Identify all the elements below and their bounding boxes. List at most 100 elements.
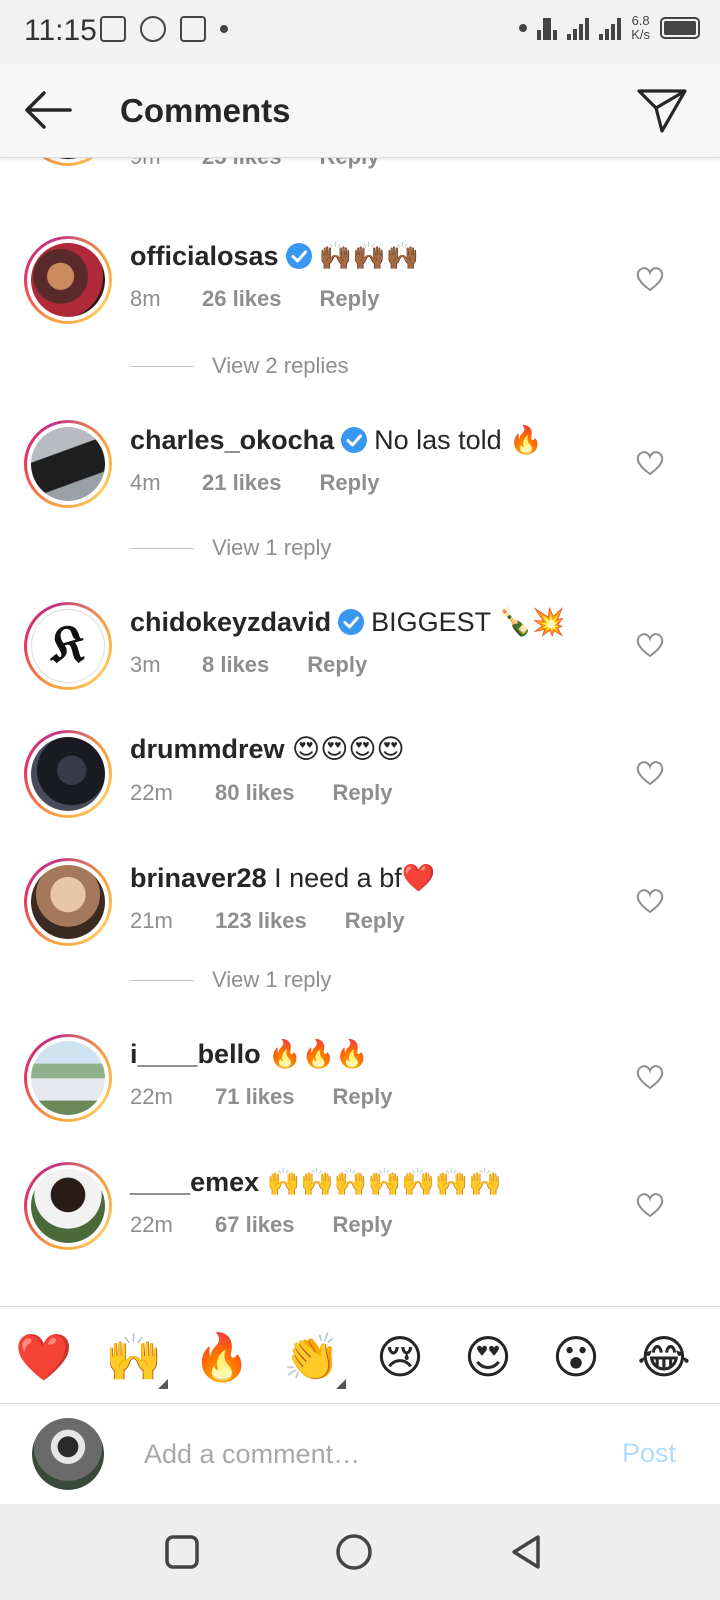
heart-outline-icon	[636, 633, 664, 658]
clapping-hands-emoji: 👏	[283, 1331, 341, 1383]
comment-time: 3m	[130, 652, 161, 677]
reaction-heart-eyes-button[interactable]: 😍	[458, 1329, 518, 1385]
comment-likes[interactable]: 80 likes	[215, 780, 295, 806]
share-button[interactable]	[634, 84, 690, 136]
comment-time: 22m	[130, 780, 173, 805]
avatar[interactable]	[24, 158, 112, 166]
home-button[interactable]	[334, 1532, 374, 1572]
comment-likes[interactable]: 8 likes	[202, 652, 269, 678]
comment-username[interactable]: brinaver28	[130, 863, 267, 893]
vibrate-icon	[537, 16, 558, 40]
avatar[interactable]: 𝔎	[24, 602, 112, 690]
reaction-surprised-button[interactable]: 😮	[546, 1329, 606, 1385]
recent-apps-button[interactable]	[162, 1532, 202, 1572]
reaction-laughing-button[interactable]: 😂	[634, 1329, 694, 1385]
comment-body: BIGGEST 🍾💥	[371, 607, 566, 637]
reply-button[interactable]: Reply	[333, 1212, 393, 1238]
avatar[interactable]	[24, 1034, 112, 1122]
circle-icon	[336, 1534, 372, 1570]
like-comment-button[interactable]	[636, 888, 664, 914]
divider-line	[130, 979, 194, 981]
avatar[interactable]	[24, 730, 112, 818]
comment-meta: 22m 80 likes Reply	[130, 780, 392, 806]
heart-outline-icon	[636, 1065, 664, 1090]
comment-likes[interactable]: 123 likes	[215, 908, 307, 934]
comment-username[interactable]: drummdrew	[130, 734, 285, 764]
comment-text-line: ____emex 🙌🙌🙌🙌🙌🙌🙌	[130, 1166, 502, 1198]
reply-button[interactable]: Reply	[333, 1084, 393, 1110]
like-comment-button[interactable]	[636, 1064, 664, 1090]
reaction-heart-button[interactable]: ❤️	[14, 1329, 74, 1385]
like-comment-button[interactable]	[636, 760, 664, 786]
reaction-clap-button[interactable]: 👏	[282, 1329, 346, 1389]
network-speed: 6.8 K/s	[631, 13, 650, 42]
system-back-button[interactable]	[506, 1532, 546, 1572]
comment-time: 8m	[130, 286, 161, 311]
more-notifications-dot	[220, 25, 228, 33]
comment-time: 4m	[130, 470, 161, 495]
divider-line	[130, 547, 194, 549]
reaction-fire-button[interactable]: 🔥	[192, 1329, 252, 1385]
verified-badge-icon	[338, 609, 365, 635]
reply-button[interactable]: Reply	[320, 286, 380, 312]
comment-likes[interactable]: 25 likes	[202, 158, 282, 170]
page-title: Comments	[120, 92, 291, 129]
reaction-raised-hands-button[interactable]: 🙌	[104, 1329, 168, 1389]
comment-item: charles_okocha No las told 🔥 4m 21 likes Re…	[0, 420, 720, 530]
add-comment-input[interactable]	[144, 1434, 564, 1474]
skin-tone-indicator	[158, 1379, 168, 1389]
reaction-crying-button[interactable]: 😢	[370, 1329, 430, 1385]
comment-username[interactable]: i____bello	[130, 1039, 261, 1069]
like-comment-button[interactable]	[636, 632, 664, 658]
comment-meta: 4m 21 likes Reply	[130, 470, 379, 496]
avatar[interactable]	[24, 420, 112, 508]
comment-username[interactable]: ____emex	[130, 1167, 259, 1197]
comments-list[interactable]: 9m25 likes Reply officialosas 🙌🏾🙌🏾🙌🏾 8m 26 …	[0, 158, 720, 1306]
comment-likes[interactable]: 26 likes	[202, 286, 282, 312]
view-replies-label: View 1 reply	[212, 535, 332, 560]
reply-button[interactable]: Reply	[333, 780, 393, 806]
news-notification-icon	[100, 16, 126, 42]
status-bar: 11:15 6.8 K/s	[0, 0, 720, 64]
verified-badge-icon	[285, 243, 312, 269]
reply-button[interactable]: Reply	[345, 908, 405, 934]
like-comment-button[interactable]	[636, 450, 664, 476]
comment-likes[interactable]: 71 likes	[215, 1084, 295, 1110]
reply-button[interactable]: Reply	[320, 158, 380, 170]
like-comment-button[interactable]	[636, 266, 664, 292]
comment-username[interactable]: officialosas	[130, 241, 279, 271]
avatar[interactable]	[24, 236, 112, 324]
comment-text-line: brinaver28 I need a bf❤️	[130, 862, 435, 894]
view-replies-link[interactable]: View 1 reply	[130, 535, 331, 561]
avatar[interactable]	[24, 858, 112, 946]
post-button[interactable]: Post	[622, 1438, 676, 1469]
comment-username[interactable]: charles_okocha	[130, 425, 334, 455]
avatar[interactable]	[24, 1162, 112, 1250]
status-dot-icon	[519, 24, 528, 32]
comment-likes[interactable]: 67 likes	[215, 1212, 295, 1238]
square-icon	[165, 1535, 199, 1569]
system-navigation-bar	[0, 1504, 720, 1600]
comment-item: ____emex 🙌🙌🙌🙌🙌🙌🙌 22m 67 likes Reply	[0, 1162, 720, 1272]
comment-time: 22m	[130, 1084, 173, 1109]
comment-text-line: officialosas 🙌🏾🙌🏾🙌🏾	[130, 240, 419, 272]
comment-meta: 9m25 likes Reply	[130, 158, 379, 170]
divider-line	[130, 365, 194, 367]
comment-body: I need a bf❤️	[274, 863, 436, 893]
arrow-left-icon	[25, 91, 72, 129]
raised-hands-emoji: 🙌	[105, 1331, 163, 1383]
reply-button[interactable]: Reply	[307, 652, 367, 678]
back-button[interactable]	[20, 84, 76, 136]
heart-outline-icon	[636, 761, 664, 786]
view-replies-link[interactable]: View 1 reply	[130, 967, 331, 993]
comment-username[interactable]: chidokeyzdavid	[130, 607, 331, 637]
comment-meta: 8m 26 likes Reply	[130, 286, 379, 312]
verified-badge-icon	[341, 427, 368, 453]
reply-button[interactable]: Reply	[320, 470, 380, 496]
comment-item: 𝔎 chidokeyzdavid BIGGEST 🍾💥 3m 8 likes Repl…	[0, 602, 720, 712]
like-comment-button[interactable]	[636, 1192, 664, 1218]
heart-outline-icon	[636, 889, 664, 914]
comment-likes[interactable]: 21 likes	[202, 470, 282, 496]
comment-body: 😍😍😍😍	[292, 734, 405, 764]
view-replies-link[interactable]: View 2 replies	[130, 353, 349, 379]
